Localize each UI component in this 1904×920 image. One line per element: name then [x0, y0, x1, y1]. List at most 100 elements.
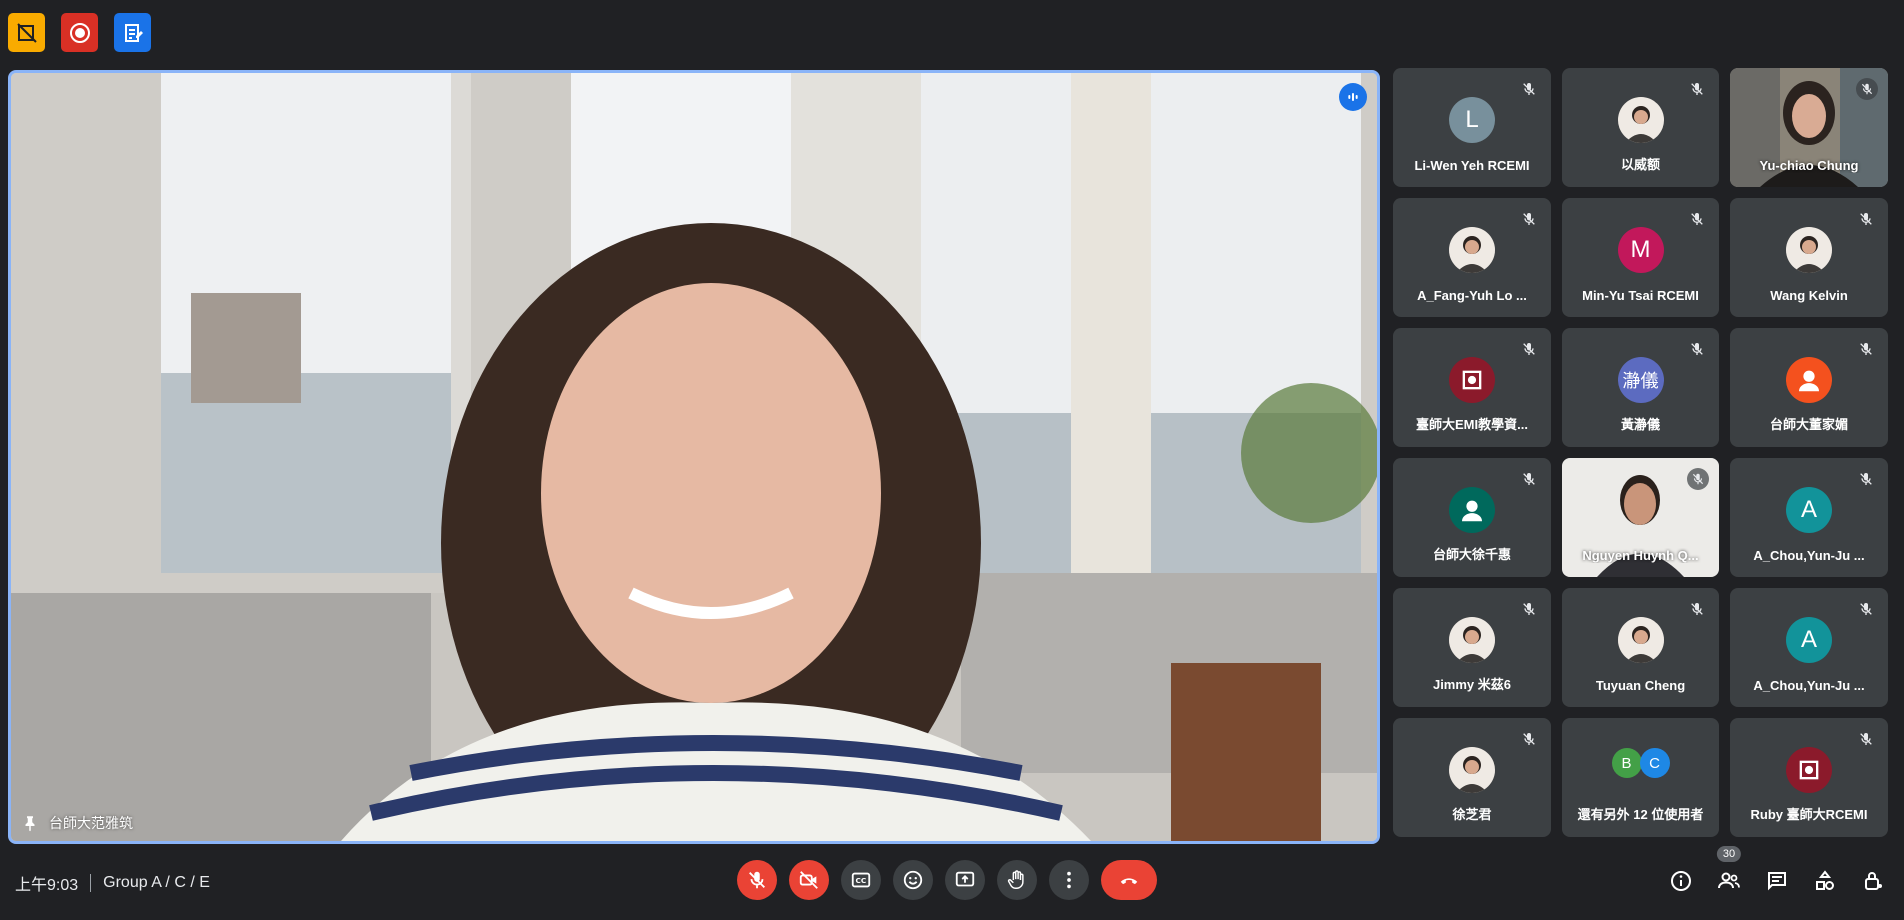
participant-tile[interactable]: A A_Chou,Yun-Ju ...: [1730, 588, 1888, 707]
person-icon: [1462, 500, 1482, 522]
host-controls-button[interactable]: [1856, 864, 1890, 898]
mic-off-indicator: [1689, 341, 1705, 357]
participant-tile[interactable]: M Min-Yu Tsai RCEMI: [1562, 198, 1719, 317]
more-vert-icon: [1067, 871, 1071, 889]
camera-off-icon: [799, 871, 818, 889]
participant-name: 徐芝君: [1452, 807, 1492, 822]
participant-tile[interactable]: Nguyen Huynh Q...: [1562, 458, 1719, 577]
participant-tile[interactable]: Wang Kelvin: [1730, 198, 1888, 317]
participant-name: Wang Kelvin: [1770, 288, 1848, 303]
pin-icon[interactable]: [21, 814, 39, 832]
participant-tile[interactable]: L Li-Wen Yeh RCEMI: [1393, 68, 1551, 187]
mic-toggle-button[interactable]: [737, 860, 777, 900]
hang-up-icon: [1120, 878, 1138, 885]
participant-tile[interactable]: Tuyuan Cheng: [1562, 588, 1719, 707]
mic-off-indicator: [1858, 731, 1874, 747]
present-icon: [955, 871, 975, 887]
top-badges: [8, 13, 151, 52]
avatar: A: [1786, 487, 1832, 533]
avatar: [1449, 227, 1495, 273]
avatar: [1449, 617, 1495, 663]
avatar: M: [1617, 227, 1664, 273]
mic-off-indicator: [1689, 601, 1705, 617]
participant-tile[interactable]: A A_Chou,Yun-Ju ...: [1730, 458, 1888, 577]
participant-name: 以威额: [1620, 157, 1660, 172]
participant-count: 30: [1716, 846, 1742, 862]
side-panel-controls: 30: [1664, 846, 1890, 898]
profile-photo: [1617, 617, 1664, 663]
meeting-time: 上午9:03: [15, 877, 79, 894]
main-speaker-video[interactable]: 台師大范雅筑: [8, 70, 1380, 844]
mic-off-indicator: [1858, 211, 1874, 227]
mic-off-indicator: [1521, 211, 1537, 227]
logo-icon: [1799, 760, 1819, 780]
mic-off-indicator: [1521, 341, 1537, 357]
participant-tile[interactable]: 以威额: [1562, 68, 1719, 187]
mic-off-indicator: [1689, 81, 1705, 97]
participant-tile[interactable]: Yu-chiao Chung: [1730, 68, 1888, 187]
captions-button[interactable]: CC: [841, 860, 881, 900]
participant-name: A_Chou,Yun-Ju ...: [1753, 548, 1865, 563]
mic-off-indicator: [1521, 471, 1537, 487]
avatar: L: [1449, 97, 1495, 143]
participant-tile[interactable]: 台師大董家媚: [1730, 328, 1888, 447]
avatar: 瀞儀: [1617, 357, 1664, 403]
profile-photo: [1786, 227, 1832, 273]
participant-name: Yu-chiao Chung: [1759, 158, 1859, 173]
camera-toggle-button[interactable]: [789, 860, 829, 900]
participant-tile[interactable]: B C 還有另外 12 位使用者: [1562, 718, 1719, 837]
participant-name: Min-Yu Tsai RCEMI: [1582, 288, 1699, 303]
recording-badge[interactable]: [61, 13, 98, 52]
participant-tile[interactable]: 徐芝君: [1393, 718, 1551, 837]
participant-tile[interactable]: Ruby 臺師大RCEMI: [1730, 718, 1888, 837]
mic-off-indicator: [1521, 81, 1537, 97]
avatar: [1449, 357, 1495, 403]
people-button[interactable]: 30: [1712, 846, 1746, 898]
activities-icon: [1816, 870, 1834, 890]
more-participants-avatars: BC: [1611, 748, 1670, 778]
notes-badge[interactable]: [114, 13, 151, 52]
profile-photo: [1449, 227, 1495, 273]
mic-off-indicator: [1521, 731, 1537, 747]
profile-photo: [1617, 97, 1664, 143]
no-recording-badge[interactable]: [8, 13, 45, 52]
avatar: A: [1786, 617, 1832, 663]
participant-name: 黃瀞儀: [1620, 417, 1660, 432]
raise-hand-button[interactable]: [997, 860, 1037, 900]
activities-button[interactable]: [1808, 864, 1842, 898]
participant-tile[interactable]: Jimmy 米茲6: [1393, 588, 1551, 707]
speaker-video-frame: [11, 73, 1377, 841]
recording-icon: [69, 22, 90, 43]
more-options-button[interactable]: [1049, 860, 1089, 900]
mic-off-indicator: [1521, 601, 1537, 617]
avatar: [1786, 357, 1832, 403]
mic-off-indicator: [1858, 601, 1874, 617]
lock-person-icon: [1865, 872, 1882, 890]
participant-tile[interactable]: 台師大徐千惠: [1393, 458, 1551, 577]
mic-off-indicator: [1856, 78, 1878, 100]
participant-name: Jimmy 米茲6: [1432, 677, 1512, 692]
mic-off-indicator: [1689, 211, 1705, 227]
speaker-name-label: 台師大范雅筑: [21, 813, 133, 833]
meeting-title: Group A / C / E: [103, 874, 210, 891]
mic-off-indicator: [1858, 471, 1874, 487]
chat-button[interactable]: [1760, 864, 1794, 898]
avatar: [1449, 487, 1495, 533]
hand-icon: [1007, 870, 1024, 889]
participant-tile[interactable]: 瀞儀 黃瀞儀: [1562, 328, 1719, 447]
audio-bars-icon: [1348, 93, 1358, 101]
participant-name: 台師大徐千惠: [1432, 547, 1511, 562]
meeting-details-button[interactable]: [1664, 864, 1698, 898]
divider: [90, 874, 92, 892]
participant-name: 臺師大EMI教學資...: [1416, 417, 1528, 432]
participant-tile[interactable]: 臺師大EMI教學資...: [1393, 328, 1551, 447]
participant-name: A_Chou,Yun-Ju ...: [1753, 678, 1865, 693]
emoji-reaction-button[interactable]: [893, 860, 933, 900]
speaking-indicator: [1339, 83, 1367, 111]
profile-photo: [1449, 747, 1495, 793]
meeting-info: 上午9:03 Group A / C / E: [15, 871, 210, 895]
present-screen-button[interactable]: [945, 860, 985, 900]
avatar: C: [1639, 748, 1670, 778]
participant-tile[interactable]: A_Fang-Yuh Lo ...: [1393, 198, 1551, 317]
leave-call-button[interactable]: [1101, 860, 1157, 900]
